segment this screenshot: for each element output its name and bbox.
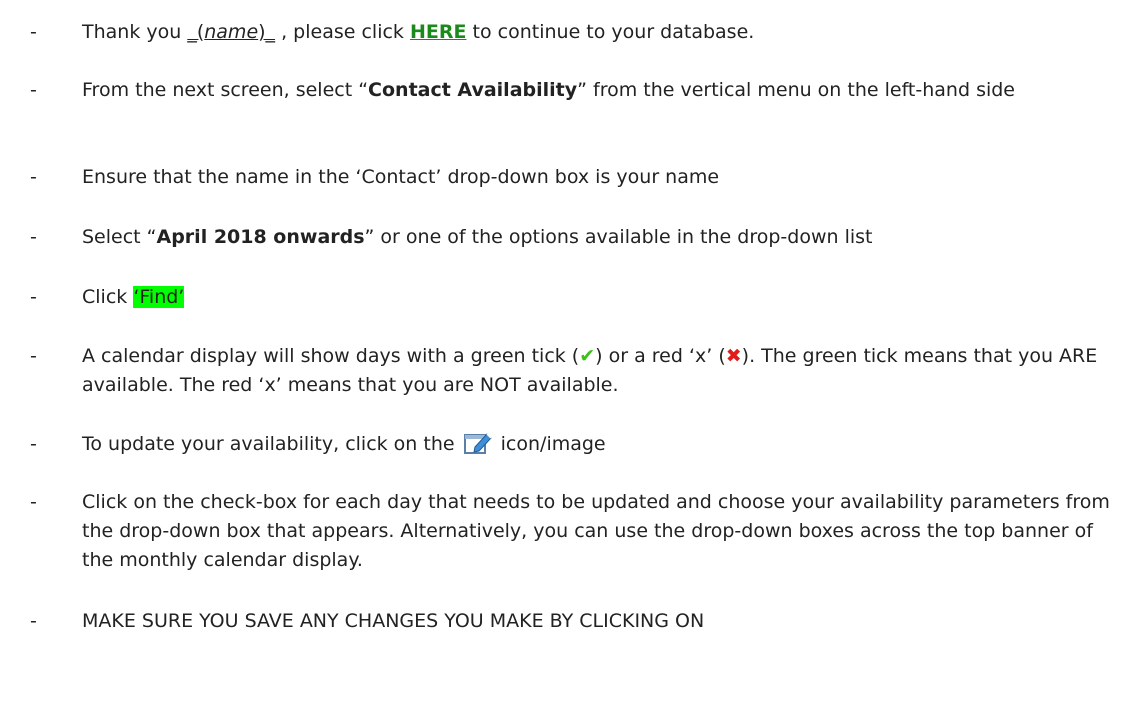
list-item-click-find: - Click ‘Find’ — [30, 283, 1110, 312]
here-link[interactable]: HERE — [410, 21, 467, 43]
bullet-dash: - — [30, 491, 37, 513]
list-item-ensure-name: - Ensure that the name in the ‘Contact’ … — [30, 163, 1110, 192]
name-placeholder: _(name)_ — [187, 21, 276, 43]
edit-icon — [463, 433, 492, 454]
april-option-label: April 2018 onwards — [156, 226, 365, 248]
list-item-save: - MAKE SURE YOU SAVE ANY CHANGES YOU MAK… — [30, 607, 1110, 636]
item-text: A calendar display will show days with a… — [82, 342, 1110, 400]
find-label: ‘Find’ — [133, 286, 185, 308]
bullet-dash: - — [30, 433, 37, 455]
item-text: From the next screen, select “Contact Av… — [82, 79, 1015, 101]
item-text: Click on the check-box for each day that… — [82, 491, 1110, 571]
bullet-dash: - — [30, 166, 37, 188]
bullet-dash: - — [30, 79, 37, 101]
list-item-select-april: - Select “April 2018 onwards” or one of … — [30, 223, 1110, 252]
green-tick-icon: ✔ — [579, 345, 596, 367]
contact-availability-label: Contact Availability — [368, 79, 578, 101]
item-text: Click ‘Find’ — [82, 286, 185, 308]
item-text: Ensure that the name in the ‘Contact’ dr… — [82, 166, 720, 188]
document: - Thank you _(name)_ , please click HERE… — [0, 0, 1146, 722]
red-x-icon: ✖ — [725, 345, 742, 367]
list-item-checkbox: - Click on the check-box for each day th… — [30, 488, 1110, 575]
bullet-dash: - — [30, 345, 37, 367]
item-text: Thank you _(name)_ , please click HERE t… — [82, 21, 755, 43]
item-text: Select “April 2018 onwards” or one of th… — [82, 226, 873, 248]
list-item-contact-availability: - From the next screen, select “Contact … — [30, 76, 1110, 105]
item-text: To update your availability, click on th… — [82, 430, 1110, 459]
bullet-dash: - — [30, 286, 37, 308]
item-text: MAKE SURE YOU SAVE ANY CHANGES YOU MAKE … — [82, 610, 705, 632]
bullet-dash: - — [30, 21, 37, 43]
list-item-thank-you: - Thank you _(name)_ , please click HERE… — [30, 18, 1110, 47]
bullet-dash: - — [30, 610, 37, 632]
bullet-dash: - — [30, 226, 37, 248]
list-item-update: - To update your availability, click on … — [30, 430, 1110, 459]
list-item-calendar: - A calendar display will show days with… — [30, 342, 1110, 400]
